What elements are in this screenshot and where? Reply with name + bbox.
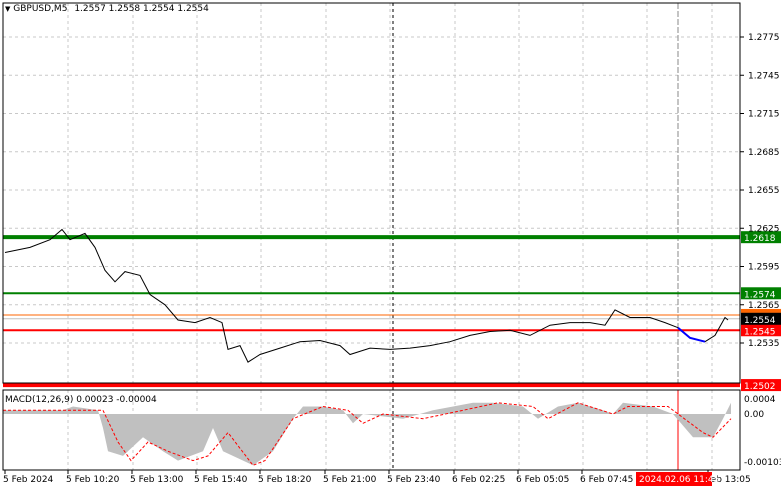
macd-histogram	[3, 402, 731, 466]
ohlc-values: 1.2557 1.2558 1.2554 1.2554	[74, 4, 209, 14]
x-tick-label: 5 Feb 10:20	[66, 475, 120, 485]
price-levels: 1.2618 1.2574 1.2545 1.2502 1.2554	[3, 231, 781, 392]
level-label: 1.2618	[744, 234, 776, 244]
x-tick-label: 6 Feb 05:05	[516, 475, 569, 485]
x-tick-label: 5 Feb 13:00	[130, 475, 184, 485]
y-tick-label: 1.2715	[748, 110, 780, 120]
x-tick-label: 5 Feb 21:00	[323, 475, 377, 485]
y-tick-label: 1.2655	[748, 186, 780, 196]
x-tick-label: 6 Feb 07:45	[580, 475, 633, 485]
chart-canvas[interactable]: 1.2618 1.2574 1.2545 1.2502 1.2554 1.2775 1.2…	[0, 0, 781, 489]
macd-tick-label: 0.0004	[744, 395, 776, 405]
y-tick-label: 1.2535	[748, 339, 780, 349]
y-tick-label: 1.2685	[748, 148, 780, 158]
macd-indicator	[3, 402, 732, 466]
x-tick-label: 5 Feb 15:40	[194, 475, 248, 485]
x-tick-label: 6 Feb 02:25	[452, 475, 505, 485]
price-series	[4, 228, 729, 363]
x-tick-label: 5 Feb 23:40	[387, 475, 441, 485]
chart-header: ▼ GBPUSD,M5 1.2557 1.2558 1.2554 1.2554	[5, 4, 209, 14]
macd-tick-label: 0.00	[744, 410, 764, 420]
level-label: 1.2502	[744, 382, 776, 392]
current-price-label: 1.2554	[744, 316, 776, 326]
x-tick-label: 5 Feb 18:20	[258, 475, 312, 485]
y-tick-label: 1.2775	[748, 33, 780, 43]
y-tick-label: 1.2595	[748, 263, 780, 273]
symbol-label: GBPUSD,M5	[13, 4, 68, 14]
crosshair-time-label: 2024.02.06 11:45	[639, 475, 719, 485]
y-tick-label: 1.2625	[748, 224, 780, 234]
main-frame	[2, 2, 741, 384]
y-tick-label: 1.2745	[748, 71, 780, 81]
price-line	[4, 228, 679, 363]
collapse-triangle-icon[interactable]: ▼	[5, 5, 10, 13]
level-label: 1.2545	[744, 327, 776, 337]
level-label: 1.2574	[744, 290, 776, 300]
x-tick-label: 5 Feb 2024	[3, 475, 54, 485]
macd-tick-label: -0.00103	[744, 458, 781, 468]
macd-title: MACD(12,26,9) 0.00023 -0.00004	[5, 395, 157, 405]
y-tick-label: 1.2565	[748, 301, 780, 311]
